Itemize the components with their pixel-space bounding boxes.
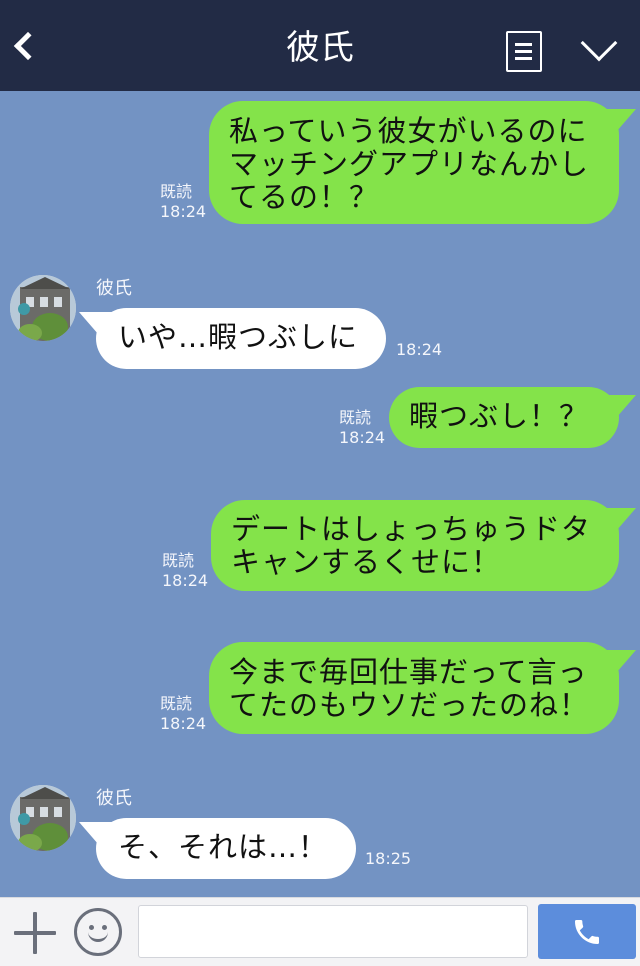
sender-name: 彼氏 [96, 278, 132, 299]
contact-avatar[interactable] [10, 785, 76, 851]
message-time: 18:24 [162, 571, 209, 590]
message-meta: 既読 18:24 [162, 551, 208, 591]
message-input-bar [0, 897, 640, 966]
message-time: 18:24 [160, 202, 207, 221]
call-button[interactable] [538, 904, 636, 959]
outgoing-message-bubble[interactable]: 私っていう彼女がいるのに マッチングアプリなんかし てるの！？ [209, 101, 619, 224]
outgoing-message-bubble[interactable]: 今まで毎回仕事だって言っ てたのもウソだったのね！ [209, 642, 619, 734]
avatar-photo [10, 275, 76, 341]
message-time: 18:24 [396, 340, 443, 359]
read-receipt: 既読 [160, 182, 193, 201]
phone-icon [575, 920, 599, 944]
add-attachment-button[interactable] [14, 912, 56, 954]
sender-name: 彼氏 [96, 788, 132, 809]
incoming-message-bubble[interactable]: いや…暇つぶしに [96, 308, 386, 369]
outgoing-message-bubble[interactable]: 暇つぶし！？ [389, 387, 619, 448]
chat-title: 彼氏 [286, 28, 354, 68]
message-time: 18:25 [365, 849, 412, 868]
emoji-button[interactable] [74, 908, 122, 956]
read-receipt: 既読 [339, 408, 372, 427]
incoming-message-bubble[interactable]: そ、それは…！ [96, 818, 356, 879]
message-input[interactable] [138, 905, 528, 958]
contact-avatar[interactable] [10, 275, 76, 341]
chat-header: 彼氏 [0, 0, 640, 91]
message-meta: 既読 18:24 [339, 408, 385, 448]
message-meta: 既読 18:24 [160, 694, 206, 734]
outgoing-message-bubble[interactable]: デートはしょっちゅうドタ キャンするくせに！ [211, 500, 619, 591]
notes-button[interactable] [506, 31, 542, 72]
read-receipt: 既読 [162, 551, 195, 570]
message-time: 18:24 [160, 714, 207, 733]
read-receipt: 既読 [160, 694, 193, 713]
menu-toggle-button[interactable] [575, 24, 623, 68]
avatar-photo [10, 785, 76, 851]
notes-icon [506, 31, 542, 72]
message-time: 18:24 [339, 428, 386, 447]
message-meta: 既読 18:24 [160, 182, 206, 222]
